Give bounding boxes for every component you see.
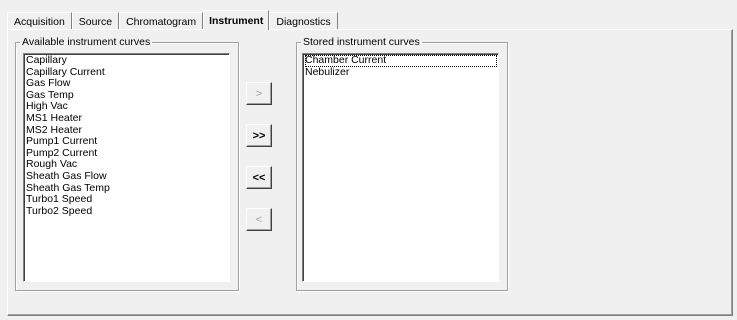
add-all-button[interactable]: >> (246, 124, 272, 147)
list-item[interactable]: Nebulizer (305, 66, 496, 79)
list-item[interactable]: Turbo2 Speed (26, 205, 227, 218)
list-item[interactable]: Turbo1 Speed (26, 194, 227, 206)
stored-curves-legend: Stored instrument curves (303, 36, 420, 48)
remove-all-button[interactable]: << (246, 166, 272, 189)
list-item[interactable]: Chamber Current (305, 54, 497, 67)
tab-instrument[interactable]: Instrument (203, 10, 270, 30)
stored-curves-listbox[interactable]: Chamber Current Nebulizer (302, 53, 499, 282)
remove-button[interactable]: < (246, 208, 272, 231)
tab-source[interactable]: Source (71, 12, 120, 30)
tab-chromatogram[interactable]: Chromatogram (119, 12, 204, 30)
available-curves-listbox[interactable]: Capillary Capillary Current Gas Flow Gas Te… (23, 53, 230, 282)
available-curves-legend: Available instrument curves (22, 36, 151, 48)
list-item[interactable]: Capillary (26, 54, 227, 67)
list-item[interactable]: MS1 Heater (26, 112, 227, 125)
tab-acquisition[interactable]: Acquisition (7, 12, 72, 30)
list-item[interactable]: Pump1 Current (26, 136, 227, 148)
tab-diagnostics[interactable]: Diagnostics (269, 12, 338, 30)
list-item[interactable]: Sheath Gas Flow (26, 170, 227, 183)
add-button[interactable]: > (246, 82, 272, 105)
tab-strip: Acquisition Source Chromatogram Instrume… (7, 10, 338, 30)
